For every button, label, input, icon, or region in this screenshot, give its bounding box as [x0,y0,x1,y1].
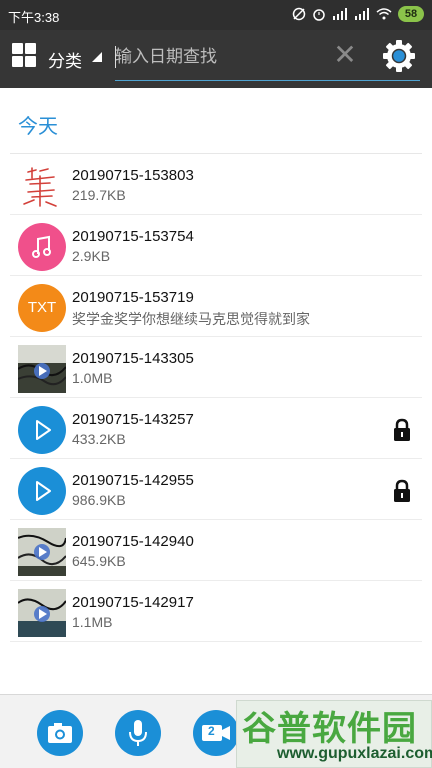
list-item[interactable]: 20190715-142940 645.9KB [10,520,422,581]
item-size: 219.7KB [72,187,126,203]
item-size: 1.0MB [72,370,113,386]
file-list: 20190715-153803 219.7KB 20190715-153754 … [10,154,422,642]
signal-icon [333,8,347,20]
play-icon [36,481,51,501]
play-icon [36,420,51,440]
video-camera-icon [202,725,230,741]
video-thumbnail [18,345,66,393]
clear-search-icon[interactable]: ✕ [330,38,360,72]
music-note-icon [32,235,51,258]
item-title: 20190715-153803 [72,167,194,184]
item-title: 20190715-153754 [72,228,194,245]
item-title: 20190715-143257 [72,411,194,428]
watermark-title: 谷普软件园 [242,710,417,748]
status-bar: 下午3:38 58 [0,0,432,30]
text-cursor [115,46,116,68]
grid-menu-icon[interactable] [12,43,36,67]
top-toolbar: 分类 ✕ [0,30,432,88]
item-size: 645.9KB [72,553,126,569]
list-item[interactable]: 20190715-142955 986.9KB [10,459,422,520]
list-item[interactable]: 20190715-143305 1.0MB [10,337,422,398]
list-item[interactable]: 20190715-153754 2.9KB [10,215,422,276]
camera-button[interactable] [37,710,83,756]
item-size: 2.9KB [72,248,111,264]
record-audio-button[interactable] [115,710,161,756]
search-underline [115,80,420,81]
item-preview: 奖学金奖学你想继续马克思觉得就到家 [72,311,310,327]
battery-indicator: 58 [398,6,424,22]
item-size: 986.9KB [72,492,126,508]
list-item[interactable]: 20190715-142917 1.1MB [10,581,422,642]
wifi-icon [376,8,392,20]
alarm-icon [313,9,325,21]
list-item[interactable]: TXT 20190715-153719 奖学金奖学你想继续马克思觉得就到家 [10,276,422,337]
item-title: 20190715-142940 [72,533,194,550]
status-time: 下午3:38 [8,10,60,25]
microphone-icon [129,720,147,746]
category-dropdown[interactable]: 分类 [48,47,82,72]
item-size: 1.1MB [72,614,113,630]
list-item[interactable]: 20190715-153803 219.7KB [10,154,422,215]
audio-file-icon [18,223,66,271]
handwriting-thumbnail [18,162,66,210]
watermark-url: www.gupuxlazai.com [277,745,432,762]
video-thumbnail [18,528,66,576]
signal-icon-2 [355,8,369,20]
lock-icon[interactable] [392,418,412,442]
txt-file-icon: TXT [18,284,66,332]
item-size: 433.2KB [72,431,126,447]
item-title: 20190715-153719 [72,289,194,306]
video-thumbnail [18,589,66,637]
item-title: 20190715-142955 [72,472,194,489]
search-input[interactable] [115,42,325,72]
list-item[interactable]: 20190715-143257 433.2KB [10,398,422,459]
lock-icon[interactable] [392,479,412,503]
do-not-disturb-icon [292,7,306,21]
item-title: 20190715-142917 [72,594,194,611]
camera-icon [48,723,72,743]
settings-gear-icon[interactable] [381,38,417,74]
record-video-button[interactable]: 2 [193,710,239,756]
video-file-icon [18,467,66,515]
item-title: 20190715-143305 [72,350,194,367]
watermark-logo: 谷普软件园 www.gupuxlazai.com [236,700,432,768]
caret-down-icon[interactable] [92,52,102,62]
video-file-icon [18,406,66,454]
video-badge-count: 2 [208,724,215,738]
status-icons: 58 [292,6,424,22]
section-title-today: 今天 [18,116,58,138]
